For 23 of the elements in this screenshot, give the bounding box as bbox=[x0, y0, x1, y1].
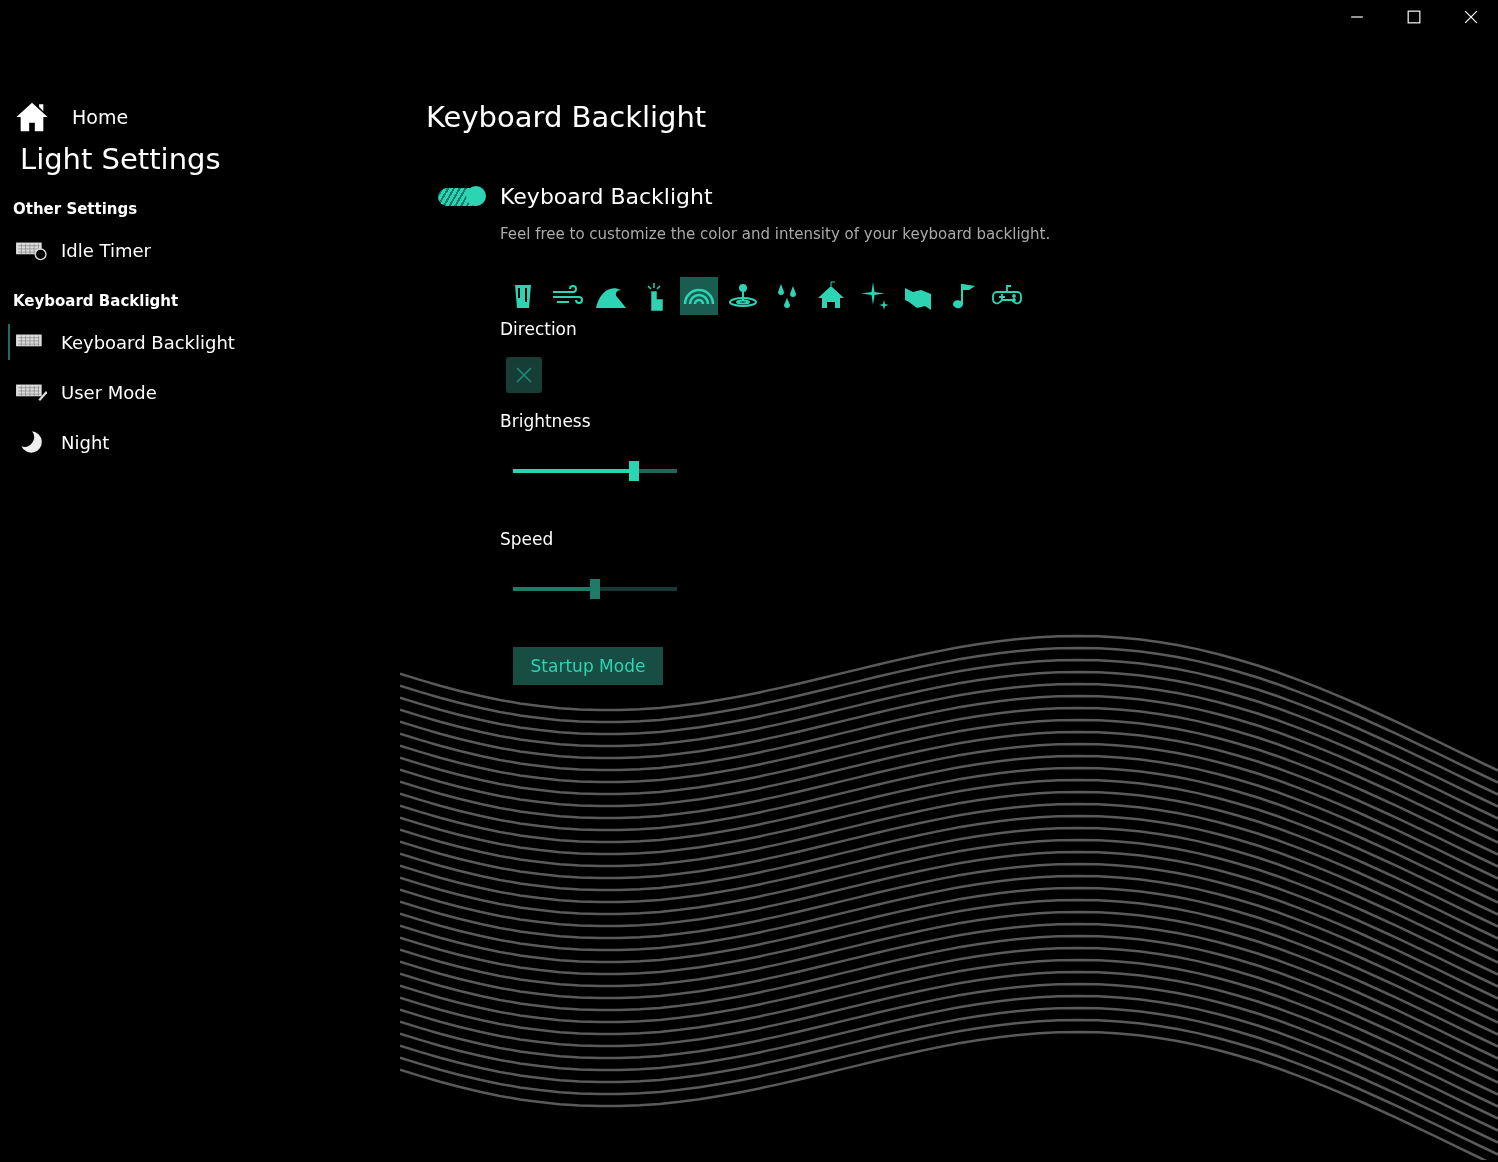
sidebar-item[interactable]: Night bbox=[8, 424, 116, 460]
toggle-switch[interactable] bbox=[438, 187, 484, 206]
slider-label: Speed bbox=[500, 529, 555, 549]
page-title: Keyboard Backlight bbox=[426, 100, 708, 134]
slider-thumb[interactable] bbox=[629, 461, 640, 481]
close-icon[interactable] bbox=[1464, 10, 1478, 24]
sidebar-item[interactable]: User Mode bbox=[8, 374, 163, 410]
toggle-label: Keyboard Backlight bbox=[500, 184, 713, 209]
slider-label: Brightness bbox=[500, 411, 592, 431]
section-header: Keyboard Backlight bbox=[13, 292, 180, 310]
section-header: Other Settings bbox=[13, 200, 139, 218]
maximize-icon[interactable] bbox=[1407, 10, 1421, 24]
home-icon bbox=[14, 100, 50, 134]
sidebar-title: Light Settings bbox=[20, 142, 222, 176]
direction-label: Direction bbox=[500, 319, 578, 339]
sidebar-item[interactable]: Keyboard Backlight bbox=[8, 324, 241, 360]
description-text: Feel free to customize the color and intensity of your keyboard backlight. bbox=[500, 225, 1052, 243]
startup-mode-button[interactable]: Startup Mode bbox=[513, 647, 663, 685]
slider[interactable] bbox=[513, 459, 677, 483]
home-link[interactable]: Home bbox=[14, 100, 129, 134]
rainbow-icon bbox=[683, 287, 715, 305]
sidebar-item[interactable]: Idle Timer bbox=[8, 232, 157, 268]
x-icon bbox=[514, 365, 534, 385]
